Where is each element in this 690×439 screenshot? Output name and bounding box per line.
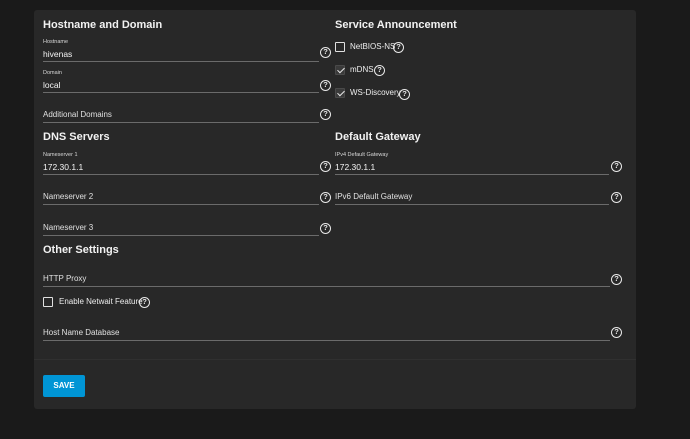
netbios-ns-checkbox[interactable] xyxy=(335,42,345,52)
section-title-dns-servers: DNS Servers xyxy=(43,131,110,143)
nameserver2-field[interactable]: Nameserver 2 xyxy=(43,182,319,210)
host-name-database-underline xyxy=(43,340,610,341)
nameserver2-help-icon[interactable]: ? xyxy=(320,192,331,203)
domain-help-icon[interactable]: ? xyxy=(320,80,331,91)
nameserver3-underline xyxy=(43,235,319,236)
domain-field[interactable]: Domain local xyxy=(43,70,319,98)
nameserver1-underline xyxy=(43,174,319,175)
actions-divider xyxy=(34,359,636,360)
hostname-help-icon[interactable]: ? xyxy=(320,47,331,58)
section-title-hostname-domain: Hostname and Domain xyxy=(43,19,163,31)
hostname-value: hivenas xyxy=(43,49,73,59)
additional-domains-placeholder: Additional Domains xyxy=(43,110,112,119)
ipv4-gateway-underline xyxy=(335,174,609,175)
hostname-field[interactable]: Hostname hivenas xyxy=(43,39,319,67)
ipv6-gateway-field[interactable]: IPv6 Default Gateway xyxy=(335,182,609,210)
http-proxy-field[interactable]: HTTP Proxy xyxy=(43,264,610,292)
nameserver1-value: 172.30.1.1 xyxy=(43,162,84,172)
http-proxy-underline xyxy=(43,286,610,287)
netwait-label: Enable Netwait Feature xyxy=(59,297,143,306)
save-button[interactable]: SAVE xyxy=(43,375,85,397)
ws-discovery-help-icon[interactable]: ? xyxy=(399,89,410,100)
ipv4-gateway-help-icon[interactable]: ? xyxy=(611,161,622,172)
ws-discovery-checkbox-row[interactable]: WS-Discovery xyxy=(335,88,435,102)
nameserver3-placeholder: Nameserver 3 xyxy=(43,223,94,232)
ws-discovery-checkbox[interactable] xyxy=(335,88,345,98)
mdns-label: mDNS xyxy=(350,65,374,74)
ipv6-gateway-help-icon[interactable]: ? xyxy=(611,192,622,203)
hostname-label: Hostname xyxy=(43,39,69,45)
host-name-database-field[interactable]: Host Name Database xyxy=(43,318,610,346)
ws-discovery-label: WS-Discovery xyxy=(350,88,401,97)
section-title-service-announcement: Service Announcement xyxy=(335,19,457,31)
section-title-default-gateway: Default Gateway xyxy=(335,131,421,143)
domain-value: local xyxy=(43,80,61,90)
nameserver1-help-icon[interactable]: ? xyxy=(320,161,331,172)
nameserver1-label: Nameserver 1 xyxy=(43,152,78,158)
nameserver1-field[interactable]: Nameserver 1 172.30.1.1 xyxy=(43,152,319,180)
nameserver3-field[interactable]: Nameserver 3 xyxy=(43,213,319,241)
additional-domains-field[interactable]: Additional Domains xyxy=(43,100,319,128)
nameserver3-help-icon[interactable]: ? xyxy=(320,223,331,234)
nameserver2-underline xyxy=(43,204,319,205)
check-icon xyxy=(336,65,345,74)
ipv4-gateway-value: 172.30.1.1 xyxy=(335,162,376,172)
ipv6-gateway-underline xyxy=(335,204,609,205)
mdns-help-icon[interactable]: ? xyxy=(374,65,385,76)
netwait-checkbox-row[interactable]: Enable Netwait Feature xyxy=(43,297,183,311)
additional-domains-help-icon[interactable]: ? xyxy=(320,109,331,120)
host-name-database-placeholder: Host Name Database xyxy=(43,328,120,337)
ipv6-gateway-placeholder: IPv6 Default Gateway xyxy=(335,192,413,201)
ipv4-gateway-label: IPv4 Default Gateway xyxy=(335,152,389,158)
ipv4-gateway-field[interactable]: IPv4 Default Gateway 172.30.1.1 xyxy=(335,152,609,180)
domain-underline xyxy=(43,92,319,93)
additional-domains-underline xyxy=(43,122,319,123)
netbios-ns-help-icon[interactable]: ? xyxy=(393,42,404,53)
hostname-underline xyxy=(43,61,319,62)
network-config-card: Hostname and Domain Hostname hivenas ? D… xyxy=(34,10,636,409)
netwait-help-icon[interactable]: ? xyxy=(139,297,150,308)
http-proxy-placeholder: HTTP Proxy xyxy=(43,274,87,283)
netbios-ns-label: NetBIOS-NS xyxy=(350,42,396,51)
netbios-ns-checkbox-row[interactable]: NetBIOS-NS xyxy=(335,42,435,56)
netwait-checkbox[interactable] xyxy=(43,297,53,307)
check-icon xyxy=(336,88,345,97)
http-proxy-help-icon[interactable]: ? xyxy=(611,274,622,285)
section-title-other-settings: Other Settings xyxy=(43,244,119,256)
host-name-database-help-icon[interactable]: ? xyxy=(611,327,622,338)
domain-label: Domain xyxy=(43,70,62,76)
mdns-checkbox[interactable] xyxy=(335,65,345,75)
nameserver2-placeholder: Nameserver 2 xyxy=(43,192,94,201)
